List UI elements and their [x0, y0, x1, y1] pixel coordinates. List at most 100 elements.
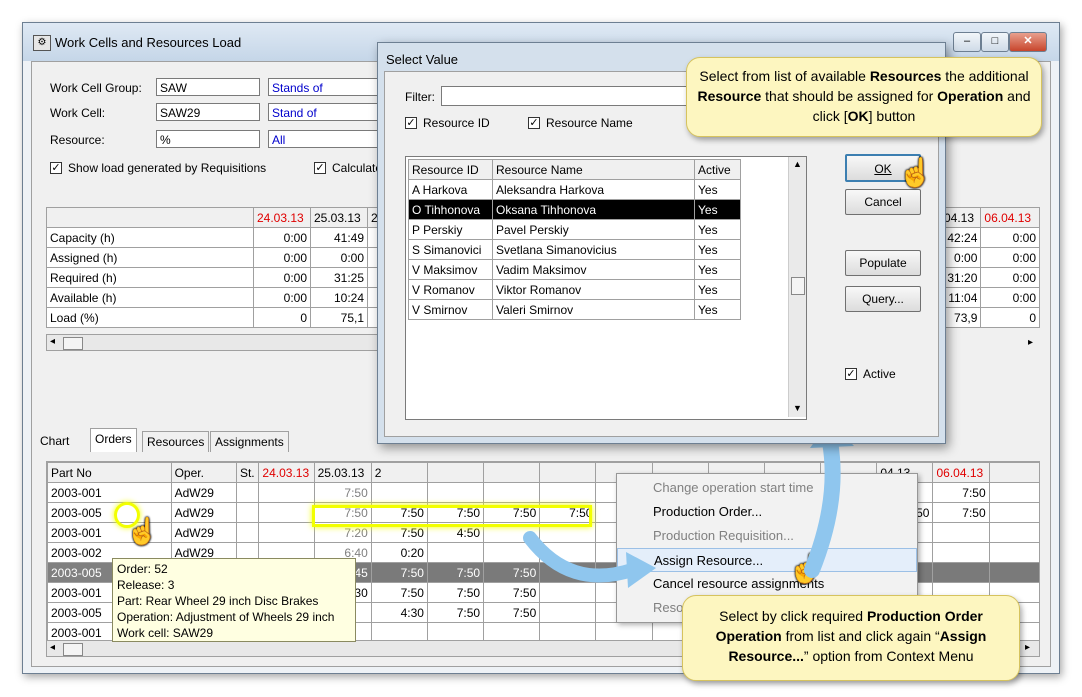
show-requisitions-checkbox[interactable]: ✓	[50, 162, 62, 174]
load-scrollbar-left[interactable]: ◂	[46, 334, 386, 351]
minimize-button[interactable]: –	[953, 32, 981, 52]
work-cell-group-input[interactable]: SAW	[156, 78, 260, 96]
table-cell[interactable]	[932, 522, 990, 543]
list-cell[interactable]: Yes	[694, 219, 741, 240]
resource-list-scrollbar[interactable]: ▲ ▼	[788, 157, 806, 417]
table-cell[interactable]	[258, 482, 315, 503]
table-cell[interactable]: AdW29	[170, 502, 237, 523]
table-cell[interactable]	[426, 542, 485, 563]
tab-orders[interactable]: Orders	[90, 428, 137, 452]
list-cell[interactable]: Svetlana Simanovicius	[492, 239, 695, 260]
list-cell[interactable]: V Romanov	[408, 279, 493, 300]
list-cell[interactable]: Viktor Romanov	[492, 279, 695, 300]
tab-resources[interactable]: Resources	[142, 431, 210, 452]
scroll-down-icon[interactable]: ▼	[793, 403, 802, 413]
filter-label: Filter:	[405, 90, 435, 104]
scroll-left-icon[interactable]: ◂	[50, 336, 55, 347]
table-cell[interactable]	[235, 522, 260, 543]
table-cell[interactable]: 7:50	[932, 482, 990, 503]
list-cell[interactable]: V Maksimov	[408, 259, 493, 280]
work-cell-input[interactable]: SAW29	[156, 103, 260, 121]
table-cell[interactable]	[932, 542, 990, 563]
scroll-up-icon[interactable]: ▲	[793, 159, 802, 169]
table-cell[interactable]: AdW29	[170, 522, 237, 543]
table-cell[interactable]: 7:50	[426, 582, 485, 603]
table-cell[interactable]: 7:50	[370, 582, 428, 603]
cancel-button[interactable]: Cancel	[845, 189, 921, 215]
list-item[interactable]: V Maksimov Vadim Maksimov Yes	[408, 259, 741, 280]
list-cell[interactable]: Oksana Tihhonova	[492, 199, 695, 220]
list-cell[interactable]: A Harkova	[408, 179, 493, 200]
hand-cursor-icon: ☝	[898, 157, 933, 188]
table-cell[interactable]	[932, 562, 990, 583]
list-item[interactable]: P Perskiy Pavel Perskiy Yes	[408, 219, 741, 240]
load-grid-right: 04.13 06.04.13 42:24 0:00 0:00 0:00 31:20 0:…	[940, 207, 1040, 367]
table-cell[interactable]: 0:20	[370, 542, 428, 563]
scroll-right-icon[interactable]: ▸	[1028, 337, 1033, 348]
list-cell[interactable]: O Tihhonova	[408, 199, 493, 220]
list-cell[interactable]: Pavel Perskiy	[492, 219, 695, 240]
table-cell[interactable]	[235, 482, 260, 503]
hand-cursor-icon: ☝	[126, 516, 159, 546]
scroll-thumb[interactable]	[63, 337, 83, 350]
table-cell[interactable]: 7:50	[932, 502, 990, 523]
table-cell[interactable]	[988, 562, 1039, 583]
list-cell[interactable]: V Smirnov	[408, 299, 493, 320]
table-cell[interactable]: 7:50	[313, 482, 372, 503]
resource-input[interactable]: %	[156, 130, 260, 148]
list-item[interactable]: S Simanovici Svetlana Simanovicius Yes	[408, 239, 741, 260]
resource-name-checkbox[interactable]: ✓	[528, 117, 540, 129]
list-cell[interactable]: Vadim Maksimov	[492, 259, 695, 280]
table-cell[interactable]: AdW29	[170, 482, 237, 503]
table-cell[interactable]: 4:30	[370, 602, 428, 623]
scroll-thumb[interactable]	[791, 277, 805, 295]
table-cell[interactable]	[258, 522, 315, 543]
list-cell[interactable]: P Perskiy	[408, 219, 493, 240]
table-cell[interactable]	[235, 502, 260, 523]
list-item[interactable]: V Romanov Viktor Romanov Yes	[408, 279, 741, 300]
scroll-thumb[interactable]	[63, 643, 83, 656]
list-cell[interactable]: Yes	[694, 179, 741, 200]
instruction-callout-bottom: Select by click required Production Orde…	[682, 595, 1020, 681]
list-item[interactable]: A Harkova Aleksandra Harkova Yes	[408, 179, 741, 200]
scroll-right-icon[interactable]: ▸	[1025, 642, 1030, 653]
work-cell-group-label: Work Cell Group:	[50, 81, 142, 95]
table-cell[interactable]	[988, 482, 1039, 503]
table-cell[interactable]	[988, 522, 1039, 543]
resource-list: Resource ID Resource Name Active A Harkova…	[405, 156, 807, 420]
list-cell[interactable]: Valeri Smirnov	[492, 299, 695, 320]
active-checkbox[interactable]: ✓	[845, 368, 857, 380]
list-cell[interactable]: Yes	[694, 279, 741, 300]
tab-chart[interactable]: Chart	[36, 431, 73, 451]
table-cell[interactable]: 7:50	[370, 562, 428, 583]
list-cell[interactable]: S Simanovici	[408, 239, 493, 260]
list-cell[interactable]: Aleksandra Harkova	[492, 179, 695, 200]
maximize-button[interactable]: □	[981, 32, 1009, 52]
resource-id-checkbox[interactable]: ✓	[405, 117, 417, 129]
list-item[interactable]: V Smirnov Valeri Smirnov Yes	[408, 299, 741, 320]
instruction-callout-top: Select from list of available Resources …	[686, 57, 1042, 137]
table-cell[interactable]	[988, 502, 1039, 523]
tab-assignments[interactable]: Assignments	[210, 431, 289, 452]
table-cell[interactable]: 7:50	[426, 602, 485, 623]
filter-input[interactable]	[441, 86, 701, 106]
work-cell-label: Work Cell:	[50, 106, 106, 120]
table-cell[interactable]: 2003-001	[47, 482, 172, 503]
populate-button[interactable]: Populate	[845, 250, 921, 276]
table-cell[interactable]	[370, 482, 428, 503]
table-cell[interactable]	[258, 502, 315, 523]
table-cell[interactable]: 7:50	[426, 562, 485, 583]
query-button[interactable]: Query...	[845, 286, 921, 312]
scroll-left-icon[interactable]: ◂	[50, 642, 55, 653]
close-button[interactable]: ✕	[1009, 32, 1047, 52]
resource-desc: All	[268, 130, 378, 148]
calculate-checkbox[interactable]: ✓	[314, 162, 326, 174]
app-icon: ⚙	[33, 35, 51, 51]
list-cell[interactable]: Yes	[694, 199, 741, 220]
table-cell[interactable]	[988, 542, 1039, 563]
list-cell[interactable]: Yes	[694, 239, 741, 260]
table-cell[interactable]	[426, 482, 485, 503]
list-cell[interactable]: Yes	[694, 259, 741, 280]
list-item[interactable]: O Tihhonova Oksana Tihhonova Yes	[408, 199, 741, 220]
list-cell[interactable]: Yes	[694, 299, 741, 320]
